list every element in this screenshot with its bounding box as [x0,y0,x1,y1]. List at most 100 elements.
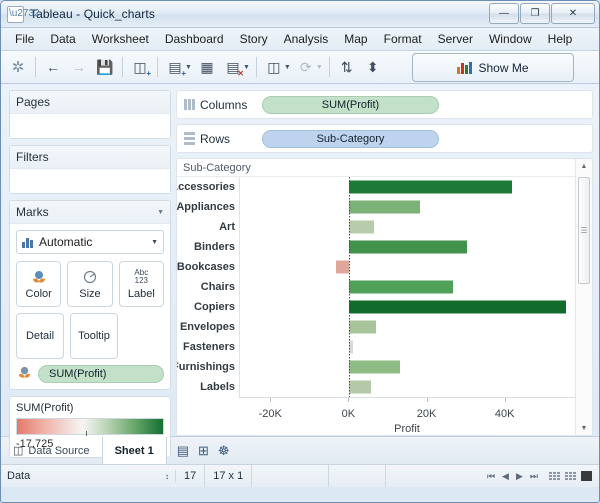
menu-item-format[interactable]: Format [376,29,430,49]
category-label[interactable]: Fasteners [177,337,239,357]
duplicate-sheet-icon[interactable]: ▦ [194,54,220,80]
scrollbar-thumb[interactable]: ☰ [578,177,590,284]
sheet1-tab[interactable]: Sheet 1 [102,437,167,464]
chevron-down-icon[interactable]: ▼ [157,209,164,216]
category-label[interactable]: Furnishings [177,357,239,377]
sort-ascending-icon[interactable]: ⬍ [360,54,386,80]
x-axis [239,397,575,408]
bar[interactable] [349,320,377,334]
menu-item-map[interactable]: Map [336,29,375,49]
close-button[interactable]: ✕ [551,3,595,24]
forward-icon[interactable]: → [66,54,92,80]
bar[interactable] [349,220,375,234]
new-story-icon[interactable]: ☸ [218,443,230,459]
toolbar-separator [328,57,330,77]
menu-item-file[interactable]: File [7,29,42,49]
new-worksheet-icon[interactable]: ▤ [177,443,189,459]
refresh-icon[interactable]: ⟳ [293,54,319,80]
save-icon[interactable]: 💾 [92,54,118,80]
new-data-source-icon[interactable]: ◫ + [127,54,153,80]
restore-icon: ❐ [530,7,540,19]
workspace: Pages Filters Marks ▼ Automatic ▼ Color … [1,84,599,458]
mark-type-select[interactable]: Automatic ▼ [16,230,164,254]
menu-item-worksheet[interactable]: Worksheet [84,29,157,49]
scroll-down-icon[interactable]: ▼ [581,421,588,435]
grid-view-icon[interactable] [549,471,560,481]
toolbar-separator [255,57,257,77]
restore-button[interactable]: ❐ [520,3,550,24]
category-label[interactable]: Labels [177,377,239,397]
row-header-title: Sub-Category [177,159,575,177]
new-worksheet-icon[interactable]: ▤ + [162,54,188,80]
tooltip-button[interactable]: Tooltip [70,313,118,359]
category-label[interactable]: Bookcases [177,257,239,277]
data-dropdown[interactable]: Data ↕ [1,470,176,482]
next-page-icon[interactable]: ▶ [516,471,523,482]
back-icon[interactable]: ← [40,54,66,80]
window-controls: — ❐ ✕ [489,3,595,24]
bar[interactable] [349,200,420,214]
bar[interactable] [335,260,350,274]
detail-button[interactable]: Detail [16,313,64,359]
tableau-logo-icon[interactable]: ✲ [5,54,31,80]
show-me-button[interactable]: Show Me [412,53,574,82]
detail-button-label: Detail [25,330,55,342]
sheet-tab-bar: ◫ Data Source Sheet 1 ▤ ⊞ ☸ [1,436,599,464]
last-page-icon[interactable]: ⏭ [530,471,538,482]
menu-item-data[interactable]: Data [42,29,83,49]
category-label[interactable]: Binders [177,237,239,257]
rows-icon [184,132,195,145]
view-dimensions: 17 x 1 [205,465,253,487]
new-dashboard-icon[interactable]: ⊞ [198,443,209,459]
category-label[interactable]: Copiers [177,297,239,317]
bar[interactable] [349,180,513,194]
bar[interactable] [349,300,566,314]
bar-row [240,297,575,317]
bar-row [240,257,575,277]
bar[interactable] [349,380,371,394]
mark-type-value: Automatic [39,235,93,249]
clear-sheet-icon[interactable]: ▤ ✕ [220,54,246,80]
single-view-icon[interactable] [581,471,592,481]
filmstrip-view-icon[interactable] [565,471,576,481]
data-dropdown-label: Data [7,470,31,482]
swap-rows-columns-icon[interactable]: ⇅ [334,54,360,80]
marks-color-pill[interactable]: SUM(Profit) [38,365,164,383]
pages-shelf-dropzone[interactable] [10,114,170,138]
category-label[interactable]: Art [177,217,239,237]
color-button[interactable]: Color [16,261,62,307]
label-button[interactable]: Abc 123 Label [118,261,164,307]
bar[interactable] [349,280,453,294]
chevron-down-icon: ▼ [151,238,158,246]
menu-item-dashboard[interactable]: Dashboard [157,29,232,49]
prev-page-icon[interactable]: ◀ [502,471,509,482]
category-label[interactable]: Chairs [177,277,239,297]
menu-item-analysis[interactable]: Analysis [276,29,337,49]
x-axis-title: Profit [394,423,420,435]
rows-pill-sub-category[interactable]: Sub-Category [262,129,439,148]
category-label[interactable]: Accessories [177,177,239,197]
bar[interactable] [349,360,400,374]
filters-title: Filters [16,150,49,164]
columns-shelf[interactable]: Columns SUM(Profit) [176,90,593,119]
vertical-scrollbar[interactable]: ▲ ☰ ▼ [575,159,592,435]
bar[interactable] [349,240,467,254]
rows-shelf[interactable]: Rows Sub-Category [176,124,593,153]
pause-auto-update-icon[interactable]: ◫ [261,54,287,80]
filters-shelf-dropzone[interactable] [10,169,170,193]
bar-row [240,357,575,377]
category-label[interactable]: Appliances [177,197,239,217]
size-button[interactable]: Size [67,261,113,307]
menu-item-help[interactable]: Help [540,29,581,49]
menu-item-story[interactable]: Story [232,29,276,49]
category-label[interactable]: Envelopes [177,317,239,337]
scroll-up-icon[interactable]: ▲ [581,159,588,173]
database-icon: ◫ [13,445,24,457]
minimize-button[interactable]: — [489,3,519,24]
data-source-tab[interactable]: ◫ Data Source [1,437,103,464]
first-page-icon[interactable]: ⏮ [487,471,495,482]
scrollbar-track[interactable]: ☰ [576,173,592,421]
columns-pill-sum-profit[interactable]: SUM(Profit) [262,95,439,114]
menu-item-window[interactable]: Window [481,29,540,49]
menu-item-server[interactable]: Server [430,29,481,49]
